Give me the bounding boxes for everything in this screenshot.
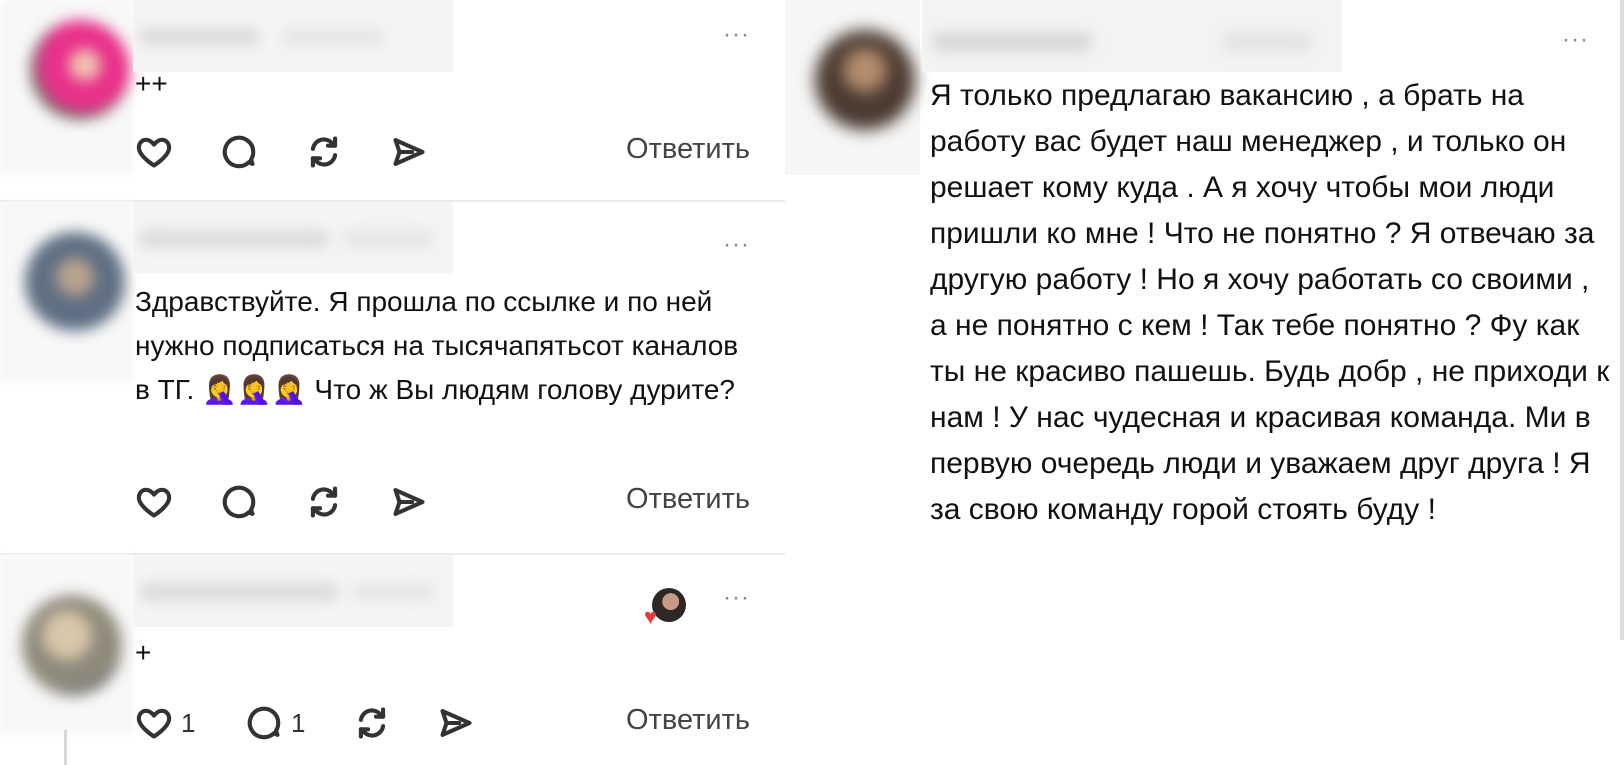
author-name[interactable] (133, 202, 453, 274)
share-button[interactable] (390, 133, 428, 171)
avatar[interactable] (22, 595, 122, 695)
thread-line (64, 730, 67, 765)
comment-icon (222, 485, 256, 519)
comment-text: ++ (135, 68, 168, 99)
comment-text: + (135, 637, 152, 668)
repost-button[interactable] (305, 133, 343, 171)
heart-icon (136, 487, 172, 518)
comment-text: Здравствуйте. Я прошла по ссылке и по не… (135, 286, 739, 405)
more-options-button[interactable]: ··· (723, 233, 750, 257)
comment-text: Я только предлагаю вакансию , а брать на… (930, 79, 1610, 526)
heart-icon (136, 708, 172, 739)
heart-icon (136, 137, 172, 168)
left-comments-panel: ··· ++ Ответить ··· Здравствуйте. Я прош… (0, 0, 785, 765)
share-button[interactable] (390, 483, 428, 521)
comment-icon (222, 135, 256, 169)
share-button[interactable] (437, 704, 475, 742)
avatar[interactable] (25, 232, 125, 332)
like-button[interactable]: 1 (135, 704, 195, 742)
share-icon (393, 138, 425, 166)
reply-button[interactable]: Ответить (626, 133, 750, 166)
comment-button[interactable] (220, 133, 258, 171)
comment-3: ♥ ··· + 1 1 Ответить (0, 555, 785, 765)
share-icon (440, 709, 472, 737)
like-count: 1 (181, 707, 196, 738)
comment-button[interactable] (220, 483, 258, 521)
heart-badge-icon: ♥ (644, 604, 658, 629)
repost-icon (310, 136, 338, 168)
repost-button[interactable] (353, 704, 391, 742)
panel-edge (1620, 0, 1624, 640)
author-like-avatar: ♥ (644, 588, 686, 628)
comment-2: ··· Здравствуйте. Я прошла по ссылке и п… (0, 202, 785, 552)
like-button[interactable] (135, 133, 173, 171)
repost-button[interactable] (305, 483, 343, 521)
like-button[interactable] (135, 483, 173, 521)
more-options-button[interactable]: ··· (723, 586, 750, 610)
author-name[interactable] (922, 0, 1342, 72)
reply-count: 1 (291, 707, 306, 738)
comment-icon (247, 706, 281, 740)
more-options-button[interactable]: ··· (1562, 28, 1589, 52)
avatar[interactable] (30, 20, 130, 120)
reply-button[interactable]: Ответить (626, 704, 750, 737)
right-comment-panel: ··· Я только предлагаю вакансию , а брат… (785, 0, 1624, 765)
share-icon (393, 488, 425, 516)
reply-button[interactable]: Ответить (626, 483, 750, 516)
repost-icon (310, 486, 338, 518)
repost-icon (358, 707, 386, 739)
avatar[interactable] (815, 30, 915, 130)
comment-button[interactable]: 1 (245, 704, 305, 742)
more-options-button[interactable]: ··· (723, 23, 750, 47)
comment-1: ··· ++ Ответить (0, 0, 785, 200)
author-name[interactable] (133, 555, 453, 627)
